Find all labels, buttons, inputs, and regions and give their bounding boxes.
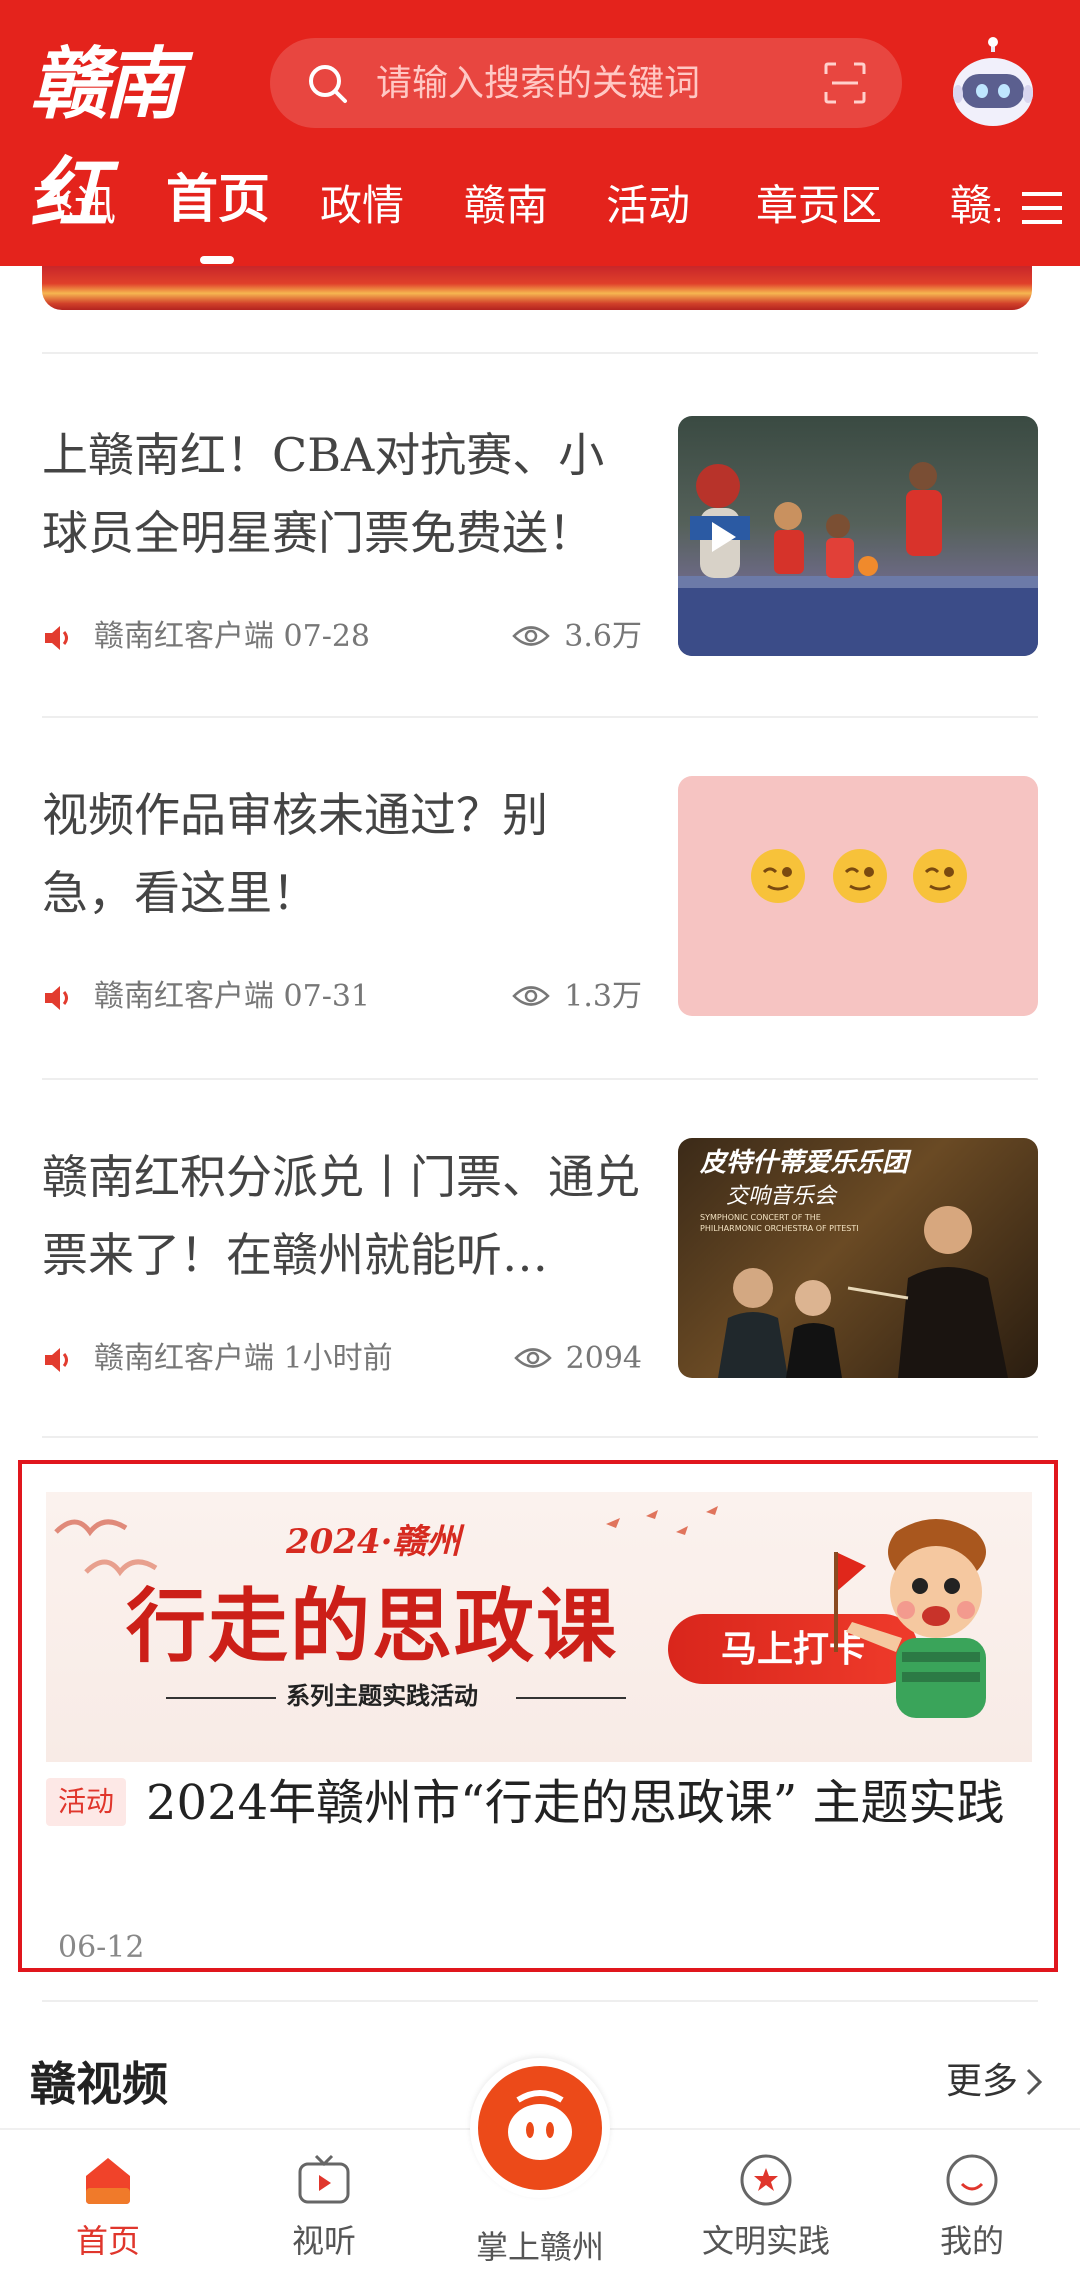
eye-icon — [512, 626, 551, 646]
nav-profile-label: 我的 — [939, 2222, 1004, 2260]
search-input[interactable] — [376, 38, 796, 128]
scan-icon[interactable] — [822, 60, 868, 106]
news-meta: 赣南红客户端 07-31 1.3万 — [42, 972, 642, 1022]
divider — [42, 2000, 1038, 2002]
news-card[interactable]: 上赣南红！CBA对抗赛、小球员全明星赛门票免费送！ 赣南红客户端 07-28 3… — [42, 416, 1038, 666]
news-source: 赣南红客户端 07-28 — [94, 619, 371, 654]
news-meta: 赣南红客户端 07-28 3.6万 — [42, 612, 642, 662]
nav-home[interactable]: 首页 — [28, 2152, 188, 2274]
news-views-count: 3.6万 — [564, 619, 642, 654]
nav-center-label[interactable]: 掌上赣州 — [440, 2222, 640, 2268]
robot-assistant-icon[interactable] — [950, 36, 1036, 128]
center-app-button[interactable] — [470, 2058, 610, 2198]
divider-line — [516, 1697, 626, 1699]
news-title[interactable]: 上赣南红！CBA对抗赛、小球员全明星赛门票免费送！ — [42, 416, 642, 572]
app-header: 赣南红 飞讯 首页 政情 赣南 活动 章贡区 赣县 — [0, 0, 1080, 266]
channel-tabs-scroller[interactable]: 飞讯 首页 政情 赣南 活动 章贡区 赣县 — [0, 170, 1000, 266]
profile-icon — [946, 2154, 998, 2206]
star-badge-icon — [740, 2154, 792, 2206]
app-logo: 赣南红 — [30, 30, 240, 240]
activity-banner-subtitle: 系列主题实践活动 — [286, 1682, 478, 1710]
nav-profile[interactable]: 我的 — [892, 2152, 1052, 2274]
news-card[interactable]: 赣南红积分派兑丨门票、通兑票来了！在赣州就能听… 赣南红客户端 1小时前 209… — [42, 1138, 1038, 1388]
speaker-icon — [45, 1348, 68, 1372]
menu-icon[interactable] — [1020, 188, 1064, 228]
news-views: 1.3万 — [512, 972, 642, 1022]
news-views-count: 2094 — [565, 1341, 642, 1376]
news-source: 赣南红客户端 1小时前 — [94, 1341, 393, 1376]
divider — [42, 352, 1038, 354]
nav-civilization[interactable]: 文明实践 — [686, 2152, 846, 2274]
activity-banner-year: 2024·赣州 — [286, 1522, 461, 1562]
basketball-thumbnail[interactable] — [678, 416, 1038, 656]
emoji-thumbnail[interactable] — [678, 776, 1038, 1016]
tab-feixun[interactable]: 飞讯 — [32, 178, 116, 234]
home-icon — [86, 2158, 130, 2204]
nav-home-label: 首页 — [75, 2222, 140, 2260]
chevron-right-icon — [1026, 2068, 1043, 2096]
mascot-face-icon — [508, 2090, 572, 2160]
active-tab-indicator — [200, 256, 234, 264]
more-link[interactable]: 更多 — [946, 2052, 1044, 2104]
eye-icon — [512, 986, 551, 1006]
activity-banner[interactable]: 2024·赣州 行走的思政课 系列主题实践活动 马上打卡 — [46, 1492, 1032, 1762]
tab-zhanggong[interactable]: 章贡区 — [756, 178, 882, 234]
nav-civilization-label: 文明实践 — [701, 2222, 830, 2260]
search-bar[interactable] — [270, 38, 902, 128]
channel-tabs: 飞讯 首页 政情 赣南 活动 章贡区 赣县 — [0, 170, 1080, 266]
nav-media[interactable]: 视听 — [244, 2152, 404, 2274]
orchestra-performers-image — [718, 1206, 1008, 1378]
tab-gannan[interactable]: 赣南 — [464, 178, 548, 234]
news-source: 赣南红客户端 07-31 — [94, 979, 371, 1014]
news-views: 2094 — [513, 1334, 642, 1384]
speaker-icon — [45, 626, 68, 650]
activity-date: 06-12 — [58, 1930, 145, 1965]
divider-line — [166, 1697, 276, 1699]
news-views: 3.6万 — [512, 612, 642, 662]
more-link-label: 更多 — [945, 2061, 1018, 2102]
activity-title[interactable]: 活动 2024年赣州市“行走的思政课” 主题实践 — [46, 1764, 1036, 1842]
winking-emoji-image — [751, 849, 967, 903]
news-views-count: 1.3万 — [564, 979, 642, 1014]
divider — [42, 716, 1038, 718]
tab-ganxian[interactable]: 赣县 — [950, 178, 1000, 234]
tab-zhengqing[interactable]: 政情 — [320, 178, 404, 234]
cartoon-boy-icon — [834, 1519, 986, 1718]
speaker-icon — [45, 986, 68, 1010]
search-icon — [309, 65, 347, 103]
tab-huodong[interactable]: 活动 — [606, 178, 690, 234]
top-banner-bottom-edge[interactable] — [42, 266, 1032, 310]
news-meta: 赣南红客户端 1小时前 2094 — [42, 1334, 642, 1384]
divider — [42, 1078, 1038, 1080]
eye-icon — [513, 1348, 552, 1368]
activity-title-text: 2024年赣州市“行走的思政课” 主题实践 — [146, 1775, 1005, 1831]
tv-play-icon — [298, 2154, 350, 2204]
nav-media-label: 视听 — [291, 2222, 356, 2260]
tab-home[interactable]: 首页 — [166, 172, 270, 228]
news-title[interactable]: 视频作品审核未通过？别急，看这里！ — [42, 776, 622, 932]
news-title[interactable]: 赣南红积分派兑丨门票、通兑票来了！在赣州就能听… — [42, 1138, 642, 1294]
section-title: 赣视频 — [30, 2057, 168, 2111]
divider — [42, 1436, 1038, 1438]
activity-highlight-frame[interactable]: 2024·赣州 行走的思政课 系列主题实践活动 马上打卡 活动 2024年赣州市“… — [18, 1460, 1058, 1972]
news-card[interactable]: 视频作品审核未通过？别急，看这里！ 赣南红客户端 07-31 1.3万 — [42, 776, 1038, 1026]
activity-banner-title: 行走的思政课 — [126, 1579, 618, 1673]
activity-tag: 活动 — [46, 1778, 127, 1826]
concert-thumbnail[interactable]: 皮特什蒂爱乐乐团 交响音乐会 SYMPHONIC CONCERT OF THE … — [678, 1138, 1038, 1378]
play-icon[interactable] — [708, 520, 738, 554]
